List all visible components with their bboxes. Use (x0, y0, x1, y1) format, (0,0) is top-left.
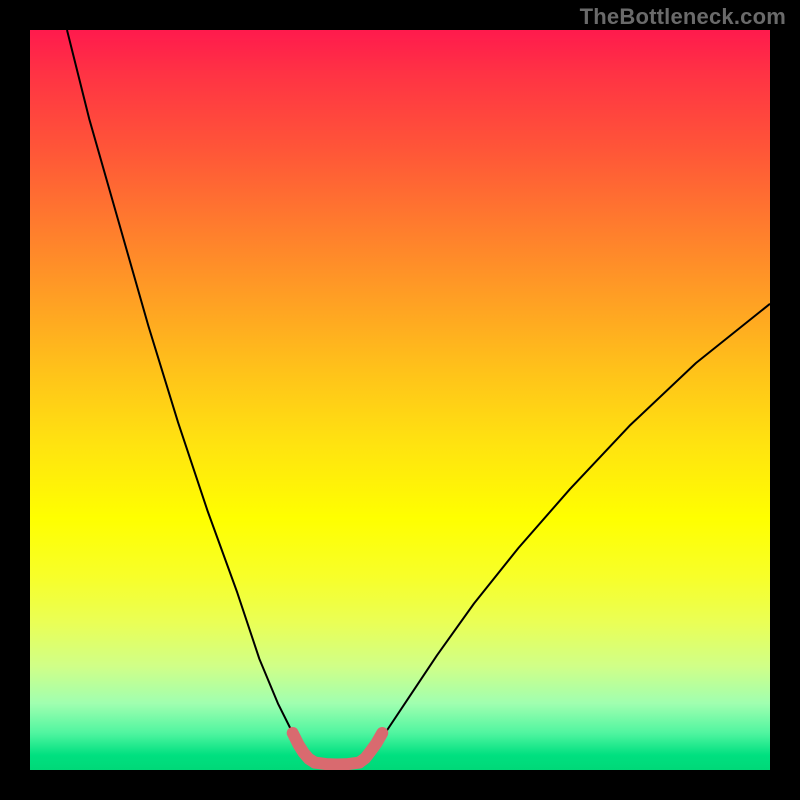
plot-area (30, 30, 770, 770)
series-curve-left (67, 30, 304, 752)
series-highlight-right (359, 733, 382, 763)
chart-frame: TheBottleneck.com (0, 0, 800, 800)
series-curve-right (370, 304, 770, 752)
series-highlight-bottom (315, 763, 359, 765)
watermark-text: TheBottleneck.com (580, 4, 786, 30)
chart-svg (30, 30, 770, 770)
